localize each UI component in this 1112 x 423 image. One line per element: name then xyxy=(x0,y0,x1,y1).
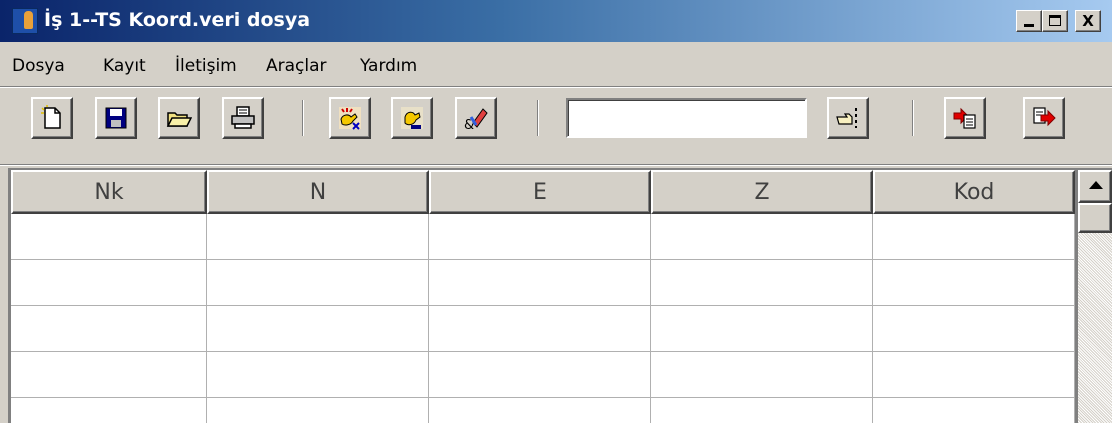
minimize-button[interactable] xyxy=(1016,10,1042,32)
grid-cell[interactable] xyxy=(651,214,873,260)
grid-cell[interactable] xyxy=(207,398,429,423)
grid-cell[interactable] xyxy=(11,260,207,306)
grid-cell[interactable] xyxy=(207,214,429,260)
toolbar-separator xyxy=(537,100,539,136)
toolbar: & xyxy=(0,90,1112,162)
column-header-e[interactable]: E xyxy=(429,170,651,214)
clear-button[interactable]: & xyxy=(455,97,497,139)
select-all-button[interactable] xyxy=(329,97,371,139)
grid-cell[interactable] xyxy=(429,306,651,352)
vertical-scrollbar[interactable] xyxy=(1078,170,1112,423)
table-row[interactable] xyxy=(11,306,1075,352)
grid-cell[interactable] xyxy=(873,398,1075,423)
column-header-z[interactable]: Z xyxy=(651,170,873,214)
grid-cell[interactable] xyxy=(11,306,207,352)
menu-iletisim[interactable]: İletişim xyxy=(175,56,237,76)
scroll-thumb[interactable] xyxy=(1078,203,1112,233)
export-icon xyxy=(1033,107,1056,127)
save-button[interactable] xyxy=(95,97,137,139)
toolbar-separator xyxy=(302,100,304,136)
new-button[interactable] xyxy=(31,97,73,139)
grid-cell[interactable] xyxy=(429,214,651,260)
close-button[interactable]: X xyxy=(1075,10,1101,32)
grid-cell[interactable] xyxy=(873,214,1075,260)
svg-text:&: & xyxy=(464,118,474,131)
table-row[interactable] xyxy=(11,214,1075,260)
close-icon: X xyxy=(1082,12,1094,30)
maximize-icon xyxy=(1049,15,1061,26)
clear-eraser-icon: & xyxy=(464,108,488,131)
grid-body xyxy=(11,214,1075,423)
app-icon-figure xyxy=(24,11,33,29)
menu-araclar[interactable]: Araçlar xyxy=(266,56,327,76)
select-all-icon xyxy=(339,107,361,130)
grid-cell[interactable] xyxy=(651,398,873,423)
grid-cell[interactable] xyxy=(429,398,651,423)
grid-cell[interactable] xyxy=(207,306,429,352)
arrow-up-icon xyxy=(1089,181,1103,189)
column-header-nk[interactable]: Nk xyxy=(11,170,207,214)
print-icon xyxy=(231,106,255,129)
menu-kayit[interactable]: Kayıt xyxy=(103,56,146,76)
column-header-kod[interactable]: Kod xyxy=(873,170,1075,214)
import-button[interactable] xyxy=(944,97,986,139)
go-button[interactable] xyxy=(827,97,869,139)
minimize-icon xyxy=(1024,24,1034,27)
maximize-button[interactable] xyxy=(1042,10,1068,32)
open-button[interactable] xyxy=(158,97,200,139)
search-input[interactable] xyxy=(566,98,807,138)
save-icon xyxy=(105,107,127,129)
open-folder-icon xyxy=(166,112,192,127)
grid-cell[interactable] xyxy=(873,260,1075,306)
grid-cell[interactable] xyxy=(11,398,207,423)
scroll-up-button[interactable] xyxy=(1078,170,1112,203)
toolbar-border xyxy=(0,164,1112,166)
menu-yardim[interactable]: Yardım xyxy=(360,56,417,76)
grid-header: Nk N E Z Kod xyxy=(11,170,1075,214)
app-icon[interactable] xyxy=(12,8,38,34)
data-grid[interactable]: Nk N E Z Kod xyxy=(11,170,1075,423)
grid-cell[interactable] xyxy=(207,352,429,398)
table-row[interactable] xyxy=(11,260,1075,306)
table-row[interactable] xyxy=(11,398,1075,423)
go-pointer-icon xyxy=(836,108,857,128)
toolbar-separator xyxy=(912,100,914,136)
grid-cell[interactable] xyxy=(11,214,207,260)
export-button[interactable] xyxy=(1023,97,1065,139)
menu-separator xyxy=(0,86,1112,88)
menu-dosya[interactable]: Dosya xyxy=(12,56,65,76)
menu-bar: Dosya Kayıt İletişim Araçlar Yardım xyxy=(0,44,1112,86)
grid-cell[interactable] xyxy=(429,260,651,306)
grid-cell[interactable] xyxy=(651,352,873,398)
window-title: İş 1--TS Koord.veri dosya xyxy=(44,9,311,31)
select-icon xyxy=(401,107,423,129)
grid-cell[interactable] xyxy=(429,352,651,398)
table-row[interactable] xyxy=(11,352,1075,398)
title-bar[interactable]: İş 1--TS Koord.veri dosya X xyxy=(0,0,1112,42)
grid-cell[interactable] xyxy=(11,352,207,398)
grid-cell[interactable] xyxy=(873,306,1075,352)
new-file-icon xyxy=(41,105,61,129)
column-header-n[interactable]: N xyxy=(207,170,429,214)
grid-cell[interactable] xyxy=(651,260,873,306)
grid-cell[interactable] xyxy=(207,260,429,306)
grid-cell[interactable] xyxy=(651,306,873,352)
print-button[interactable] xyxy=(222,97,264,139)
import-icon xyxy=(953,107,976,129)
select-button[interactable] xyxy=(391,97,433,139)
grid-cell[interactable] xyxy=(873,352,1075,398)
